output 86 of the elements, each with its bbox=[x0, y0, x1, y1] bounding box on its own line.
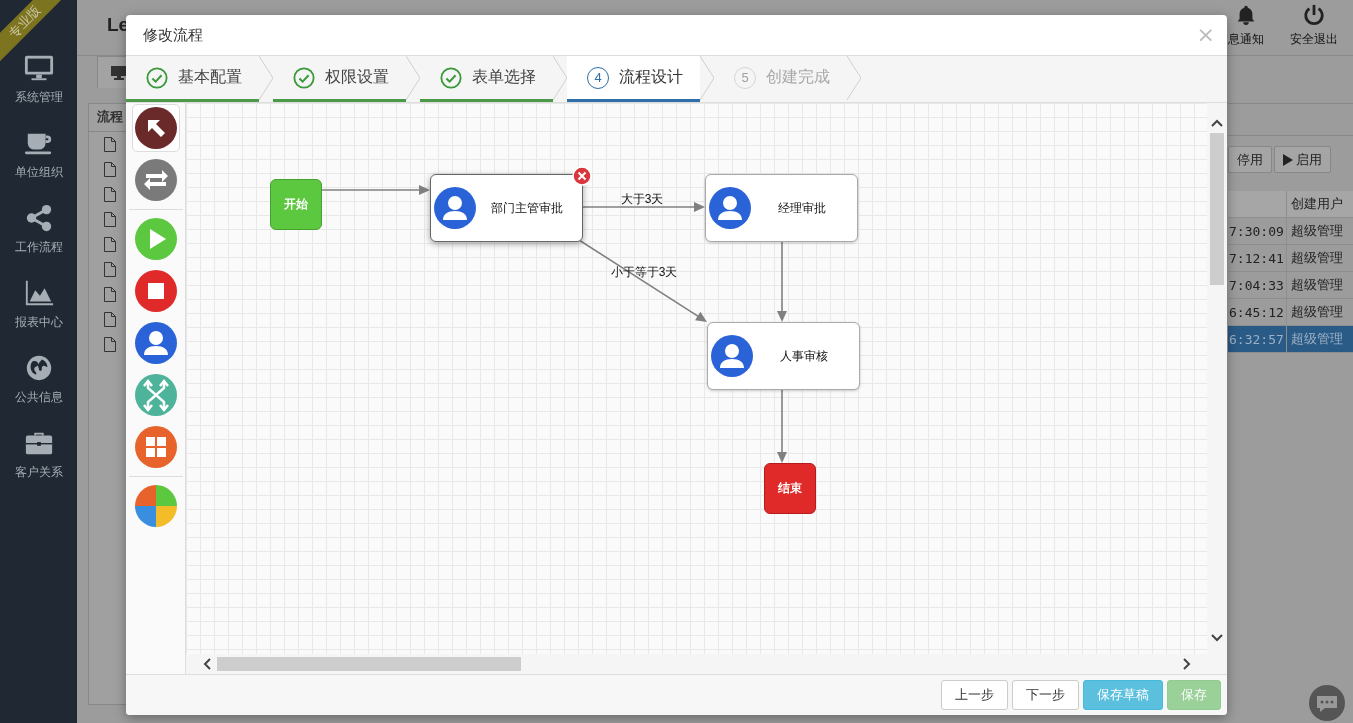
file-icon[interactable] bbox=[104, 212, 116, 227]
sidebar-label[interactable]: 公共信息 bbox=[14, 389, 63, 406]
avatar-icon bbox=[434, 187, 476, 229]
delete-icon[interactable] bbox=[572, 166, 592, 186]
sidebar-label[interactable]: 报表中心 bbox=[14, 314, 63, 331]
swap-arrows-icon bbox=[134, 159, 177, 201]
sidebar-label[interactable]: 工作流程 bbox=[14, 239, 63, 256]
design-canvas[interactable]: 大于3天 小于等于3天 开始 部门主管审批 经理审批 人事审核 结束 bbox=[186, 103, 1207, 654]
table-row[interactable]: 7:12:41 超级管理 bbox=[1228, 245, 1353, 272]
check-circle-icon bbox=[293, 66, 315, 89]
tool-button[interactable] bbox=[131, 104, 180, 152]
connector-arrow[interactable] bbox=[777, 241, 787, 322]
edge-label: 大于3天 bbox=[620, 190, 664, 208]
connector-arrow[interactable] bbox=[321, 185, 430, 195]
step-divider bbox=[553, 56, 567, 100]
pie-icon bbox=[134, 485, 177, 527]
monitor-icon bbox=[111, 65, 127, 80]
file-icon[interactable] bbox=[104, 187, 116, 202]
sidebar-label[interactable]: 系统管理 bbox=[14, 89, 63, 106]
file-icon[interactable] bbox=[104, 162, 116, 177]
file-icon[interactable] bbox=[104, 262, 116, 277]
chat-icon[interactable] bbox=[1309, 685, 1345, 721]
node-label: 结束 bbox=[778, 480, 802, 497]
node-label: 人事审核 bbox=[779, 347, 829, 365]
end-node[interactable]: 结束 bbox=[764, 463, 816, 514]
footer-button[interactable]: 下一步 bbox=[1012, 680, 1079, 710]
play-icon bbox=[1283, 153, 1293, 166]
step-divider bbox=[700, 56, 714, 100]
file-icon[interactable] bbox=[104, 312, 116, 327]
table-cell-text: 6:32:57 bbox=[1228, 331, 1285, 347]
task-node[interactable]: 部门主管审批 bbox=[430, 174, 583, 242]
edge-label: 小于等于3天 bbox=[610, 263, 678, 281]
scroll-left-icon[interactable] bbox=[203, 658, 211, 670]
table-cell-text: 7:12:41 bbox=[1228, 250, 1285, 266]
table-cell-text: 6:45:12 bbox=[1228, 304, 1285, 320]
header-action-label[interactable]: 安全退出 bbox=[1290, 31, 1338, 48]
table-row[interactable]: 7:04:33 超级管理 bbox=[1228, 272, 1353, 299]
connector-arrow[interactable] bbox=[777, 389, 787, 463]
table-cell: 超级管理 bbox=[1286, 299, 1353, 325]
node-label: 开始 bbox=[284, 196, 308, 213]
check-circle-icon bbox=[146, 66, 168, 89]
power-icon[interactable] bbox=[1303, 4, 1325, 26]
dialog-title: 修改流程 bbox=[143, 25, 203, 45]
scrollbar-thumb[interactable] bbox=[217, 657, 521, 671]
bell-icon[interactable] bbox=[1235, 4, 1257, 26]
file-icon[interactable] bbox=[104, 337, 116, 352]
sidebar-label[interactable]: 客户关系 bbox=[14, 464, 63, 481]
step-divider bbox=[406, 56, 420, 100]
file-icon[interactable] bbox=[104, 237, 116, 252]
panel-title: 流程 bbox=[97, 109, 123, 124]
sidebar-label[interactable]: 单位组织 bbox=[14, 164, 63, 181]
wizard-step[interactable]: 4 流程设计 bbox=[567, 56, 700, 102]
node-label: 经理审批 bbox=[777, 199, 827, 217]
scrollbar-thumb[interactable] bbox=[1210, 133, 1224, 285]
table-row[interactable]: 7:30:09 超级管理 bbox=[1228, 218, 1353, 245]
table-cell: 超级管理 bbox=[1286, 218, 1353, 244]
person-icon bbox=[134, 322, 177, 364]
table-cell-text: 7:30:09 bbox=[1228, 223, 1285, 239]
file-icon[interactable] bbox=[104, 287, 116, 302]
toolbar-button[interactable]: 停用 bbox=[1228, 146, 1272, 173]
pointer-icon bbox=[134, 107, 177, 149]
header-action-label[interactable]: 息通知 bbox=[1228, 31, 1264, 48]
toolbar-button[interactable]: 启用 bbox=[1274, 146, 1331, 173]
task-node[interactable]: 人事审核 bbox=[707, 322, 860, 390]
grid-icon bbox=[134, 426, 177, 468]
check-circle-icon bbox=[440, 66, 462, 89]
connector-arrow[interactable] bbox=[578, 239, 707, 322]
scroll-right-icon[interactable] bbox=[1183, 658, 1191, 670]
avatar-icon bbox=[709, 187, 751, 229]
play-icon bbox=[134, 218, 177, 260]
table-cell: 超级管理 bbox=[1286, 272, 1353, 298]
file-icon[interactable] bbox=[104, 137, 116, 152]
table-cell: 超级管理 bbox=[1286, 326, 1353, 352]
footer-button[interactable]: 上一步 bbox=[941, 680, 1008, 710]
task-node[interactable]: 经理审批 bbox=[705, 174, 858, 242]
scroll-down-icon[interactable] bbox=[1211, 634, 1223, 642]
table-cell: 超级管理 bbox=[1286, 245, 1353, 271]
table-cell-text: 7:04:33 bbox=[1228, 277, 1285, 293]
avatar-icon bbox=[711, 335, 753, 377]
stop-icon bbox=[134, 270, 177, 312]
step-divider bbox=[259, 56, 273, 100]
node-label: 部门主管审批 bbox=[490, 199, 564, 217]
monitor-icon[interactable] bbox=[22, 53, 55, 83]
scroll-up-icon[interactable] bbox=[1211, 119, 1223, 127]
step-divider bbox=[847, 56, 861, 100]
crossing-arrows-icon bbox=[134, 374, 177, 416]
